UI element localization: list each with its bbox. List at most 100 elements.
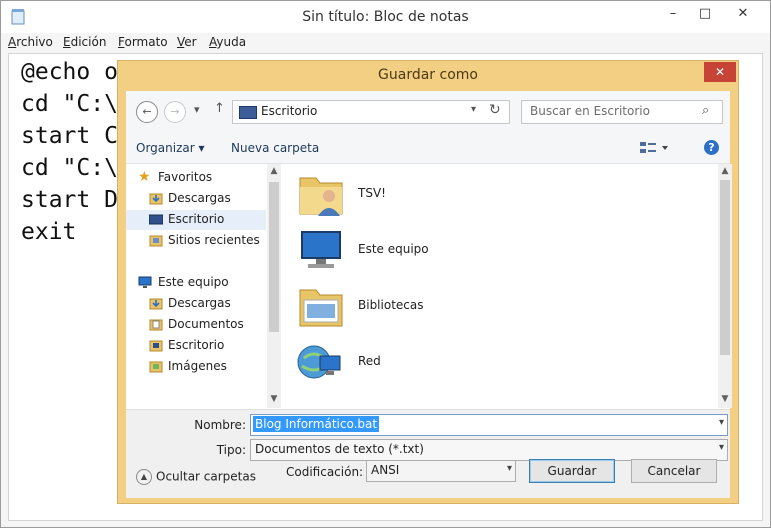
menu-archivo-key: A [8, 35, 17, 49]
hide-folders-button[interactable]: ▲ Ocultar carpetas [136, 469, 256, 485]
nav-item-label: Este equipo [158, 275, 229, 289]
code-line: cd "C:\ [21, 91, 118, 117]
star-icon: ★ [138, 169, 151, 185]
menu-archivo[interactable]: Archivo [8, 35, 53, 49]
chevron-down-icon[interactable]: ▾ [719, 417, 724, 428]
nav-item-label: Descargas [168, 191, 231, 205]
search-placeholder: Buscar en Escritorio [530, 104, 650, 118]
chevron-down-icon[interactable]: ▾ [719, 442, 724, 453]
nav-item-label: Favoritos [158, 170, 213, 184]
menu-formato-label: ormato [124, 35, 168, 49]
forward-button[interactable]: → [164, 101, 186, 123]
scrollbar-thumb[interactable] [269, 182, 279, 332]
command-toolbar: Organizar ▾ Nueva carpeta ? [126, 133, 730, 164]
navigation-scrollbar[interactable]: ▲ ▼ [267, 164, 281, 408]
organize-button[interactable]: Organizar ▾ [136, 141, 205, 155]
title-bar: Sin título: Bloc de notas – □ ✕ [1, 1, 770, 33]
nav-item-label: Imágenes [168, 359, 227, 373]
address-bar[interactable]: Escritorio ▾ ↻ [232, 100, 510, 124]
menu-archivo-label: rchivo [16, 35, 53, 49]
file-item-tsv[interactable]: TSV! [296, 170, 596, 222]
file-list-scrollbar[interactable]: ▲ ▼ [718, 164, 732, 408]
computer-icon [138, 276, 152, 288]
scrollbar-thumb[interactable] [720, 180, 730, 355]
file-list: TSV! Este equipo Bibliotecas Red ▲ ▼ [286, 164, 732, 408]
file-item-bibliotecas[interactable]: Bibliotecas [296, 282, 596, 334]
nav-item-escritorio[interactable]: Escritorio [126, 336, 266, 356]
file-item-este-equipo[interactable]: Este equipo [296, 226, 596, 278]
user-folder-icon [299, 177, 343, 216]
arrow-left-icon: ← [142, 105, 152, 118]
recent-locations-chevron-icon[interactable]: ▾ [194, 103, 200, 116]
up-arrow-icon[interactable]: ↑ [214, 101, 225, 116]
computer-icon [301, 231, 341, 268]
nav-item-imagenes[interactable]: Imágenes [126, 357, 266, 377]
nav-item-descargas[interactable]: Descargas [126, 294, 266, 314]
nav-item-sitios-recientes[interactable]: Sitios recientes [126, 231, 266, 251]
menu-edicion-key: E [63, 35, 71, 49]
dialog-title: Guardar como [378, 67, 478, 83]
arrow-right-icon: → [170, 105, 180, 118]
nav-item-favoritos[interactable]: ★ Favoritos [126, 168, 266, 188]
menu-ayuda-label: yuda [216, 35, 247, 49]
refresh-icon[interactable]: ↻ [489, 102, 501, 118]
code-line: cd "C:\ [21, 155, 118, 181]
nav-item-descargas[interactable]: Descargas [126, 189, 266, 209]
nav-item-label: Descargas [168, 296, 231, 310]
menu-ver[interactable]: Ver [177, 35, 197, 49]
menu-formato[interactable]: Formato [118, 35, 168, 49]
navigation-bar: ← → ▾ ↑ Escritorio ▾ ↻ Buscar en Escrito… [126, 91, 730, 133]
code-line: start C [21, 123, 118, 149]
save-button[interactable]: Guardar [529, 459, 615, 483]
code-line: @echo o [21, 59, 118, 85]
file-item-red[interactable]: Red [296, 338, 596, 390]
window-title: Sin título: Bloc de notas [302, 9, 469, 25]
desktop-icon [239, 106, 257, 119]
filetype-select[interactable]: Documentos de texto (*.txt) ▾ [250, 439, 728, 461]
downloads-icon [149, 193, 163, 205]
scroll-up-icon[interactable]: ▲ [267, 166, 281, 176]
navigation-pane: ★ Favoritos Descargas Escritorio Sitios … [126, 164, 281, 408]
menu-ayuda[interactable]: Ayuda [209, 35, 246, 49]
file-item-label: TSV! [358, 186, 386, 200]
search-input[interactable]: Buscar en Escritorio ⌕ [521, 100, 723, 124]
back-button[interactable]: ← [136, 101, 158, 123]
downloads-icon [149, 298, 163, 310]
dialog-close-button[interactable]: ✕ [704, 62, 736, 82]
chevron-down-icon[interactable]: ▾ [507, 463, 512, 474]
nav-item-label: Escritorio [168, 212, 225, 226]
encoding-value: ANSI [371, 463, 400, 477]
encoding-select[interactable]: ANSI ▾ [366, 460, 516, 482]
scroll-up-icon[interactable]: ▲ [718, 166, 732, 176]
scroll-down-icon[interactable]: ▼ [718, 394, 732, 404]
minimize-button[interactable]: – [659, 3, 687, 25]
address-text: Escritorio [261, 104, 318, 118]
libraries-icon [299, 289, 343, 327]
maximize-button[interactable]: □ [691, 3, 719, 25]
view-options-icon[interactable] [640, 140, 670, 156]
cancel-button[interactable]: Cancelar [631, 459, 717, 483]
file-item-label: Red [358, 354, 381, 368]
chevron-down-icon[interactable]: ▾ [471, 104, 476, 115]
menu-edicion[interactable]: Edición [63, 35, 106, 49]
new-folder-button[interactable]: Nueva carpeta [231, 141, 319, 155]
filetype-label: Tipo: [216, 443, 246, 457]
help-icon[interactable]: ? [704, 140, 719, 155]
menu-bar: Archivo Edición Formato Ver Ayuda [1, 33, 770, 53]
encoding-label: Codificación: [286, 465, 364, 479]
filetype-value: Documentos de texto (*.txt) [255, 442, 424, 456]
nav-item-escritorio[interactable]: Escritorio [126, 210, 266, 230]
code-line: exit [21, 219, 77, 245]
scroll-down-icon[interactable]: ▼ [267, 394, 281, 404]
network-icon [297, 345, 341, 379]
hide-folders-label: Ocultar carpetas [156, 469, 256, 484]
nav-item-este-equipo[interactable]: Este equipo [126, 273, 266, 293]
close-button[interactable]: ✕ [719, 3, 767, 25]
filename-field[interactable]: Blog Informático.bat ▾ [250, 414, 728, 436]
pictures-icon [149, 361, 163, 373]
nav-item-documentos[interactable]: Documentos [126, 315, 266, 335]
chevron-up-icon: ▲ [136, 469, 152, 485]
search-icon: ⌕ [702, 103, 710, 118]
filename-label: Nombre: [194, 418, 246, 432]
file-item-label: Bibliotecas [358, 298, 424, 312]
